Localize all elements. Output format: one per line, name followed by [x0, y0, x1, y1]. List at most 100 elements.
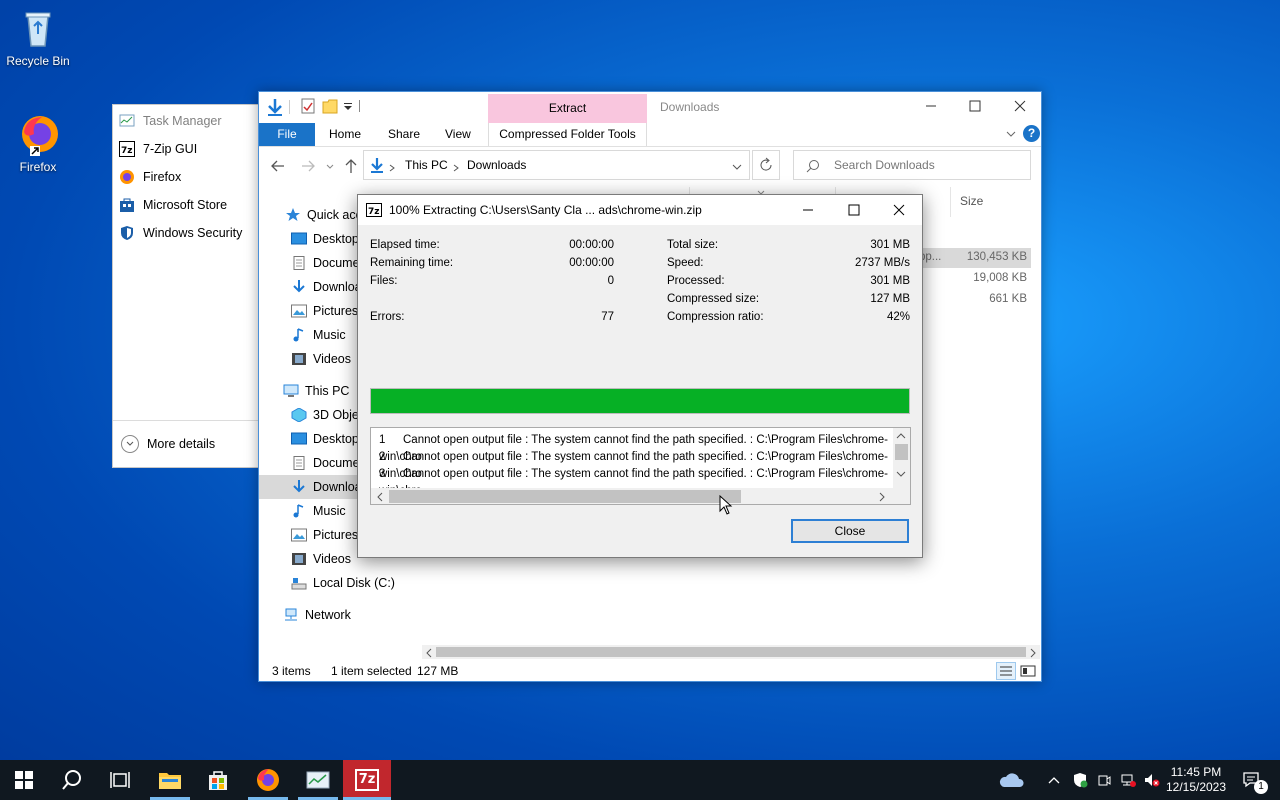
start-button[interactable] — [0, 760, 48, 800]
close-button[interactable] — [1010, 96, 1030, 116]
pictures-icon — [291, 304, 307, 318]
help-icon[interactable]: ? — [1023, 125, 1040, 142]
chevron-down-icon[interactable] — [732, 161, 742, 171]
details-view-icon[interactable] — [996, 662, 1016, 680]
desktop-icon-label: Firefox — [19, 160, 57, 174]
processed-label: Processed: — [667, 275, 725, 287]
3d-objects-icon — [291, 407, 307, 423]
sort-chevron-icon[interactable] — [756, 186, 766, 195]
refresh-button[interactable] — [752, 150, 780, 180]
clock-date: 12/15/2023 — [1165, 780, 1227, 794]
search-button[interactable] — [48, 760, 96, 800]
action-center-button[interactable]: 1 — [1232, 760, 1272, 800]
large-icons-view-icon[interactable] — [1020, 663, 1036, 679]
task-manager-item-7zip[interactable]: 7z 7-Zip GUI — [119, 137, 197, 161]
scroll-right-icon[interactable] — [877, 491, 887, 502]
tab-home[interactable]: Home — [329, 123, 361, 147]
notification-badge: 1 — [1254, 780, 1268, 794]
dialog-close-button[interactable] — [889, 200, 909, 220]
scroll-thumb[interactable] — [895, 444, 908, 460]
taskbar-firefox[interactable] — [244, 760, 292, 800]
taskbar-file-explorer[interactable] — [146, 760, 194, 800]
tab-share[interactable]: Share — [388, 123, 420, 147]
divider — [113, 420, 261, 421]
taskbar-7zip[interactable]: 7z — [343, 760, 391, 800]
folder-icon — [159, 773, 181, 789]
expand-ribbon-icon[interactable] — [1005, 128, 1017, 140]
scroll-down-icon[interactable] — [896, 468, 906, 478]
up-button[interactable] — [343, 157, 359, 175]
tab-compressed-folder-tools[interactable]: Compressed Folder Tools — [488, 123, 647, 147]
divider — [289, 100, 290, 114]
remaining-time-label: Remaining time: — [370, 257, 454, 269]
vertical-scrollbar[interactable] — [893, 428, 910, 488]
more-details-button[interactable]: More details — [121, 432, 215, 456]
dialog-title: 100% Extracting C:\Users\Santy Cla ... a… — [389, 203, 702, 217]
error-number: 1 — [379, 434, 386, 446]
total-size-value: 301 MB — [870, 239, 910, 251]
error-log-list[interactable]: 1 Cannot open output file : The system ca… — [370, 427, 911, 505]
breadcrumb-downloads[interactable]: Downloads — [467, 158, 526, 172]
speed-label: Speed: — [667, 257, 704, 269]
tab-view[interactable]: View — [445, 123, 471, 147]
scroll-thumb[interactable] — [436, 647, 1026, 657]
clock[interactable]: 11:45 PM 12/15/2023 — [1164, 760, 1228, 800]
volume-muted-icon[interactable] — [1140, 760, 1164, 800]
taskbar-task-manager[interactable] — [294, 760, 342, 800]
breadcrumb-this-pc[interactable]: This PC — [405, 158, 448, 172]
close-dialog-button[interactable]: Close — [791, 519, 909, 543]
dialog-maximize-button[interactable] — [844, 200, 864, 220]
desktop-icon — [291, 232, 307, 246]
task-manager-icon — [306, 771, 330, 789]
scroll-thumb[interactable] — [389, 490, 741, 503]
errors-value: 77 — [601, 311, 614, 323]
search-box[interactable]: Search Downloads — [793, 150, 1031, 180]
tab-file[interactable]: File — [259, 123, 315, 147]
computer-icon — [283, 384, 299, 398]
taskbar-store[interactable] — [194, 760, 242, 800]
dialog-minimize-button[interactable] — [798, 200, 818, 220]
task-manager-icon — [119, 113, 135, 129]
total-size-label: Total size: — [667, 239, 719, 251]
maximize-button[interactable] — [965, 96, 985, 116]
security-tray-icon[interactable] — [1068, 760, 1092, 800]
scroll-right-icon[interactable] — [1028, 647, 1038, 658]
column-header-size[interactable]: Size — [960, 194, 983, 208]
shield-icon — [119, 225, 135, 241]
divider — [359, 100, 360, 112]
horizontal-scrollbar[interactable] — [371, 488, 910, 504]
nav-item-local-disk[interactable]: Local Disk (C:) — [259, 571, 409, 595]
recent-locations-icon[interactable] — [325, 161, 335, 171]
scroll-left-icon[interactable] — [424, 647, 434, 658]
horizontal-scrollbar[interactable] — [422, 645, 1040, 659]
status-size: 127 MB — [417, 664, 459, 678]
desktop-icon-firefox[interactable]: Firefox — [0, 112, 76, 174]
new-folder-icon[interactable] — [322, 98, 338, 114]
7zip-icon: 7z — [366, 203, 382, 217]
minimize-button[interactable] — [921, 96, 941, 116]
forward-button[interactable] — [299, 158, 317, 174]
task-manager-item-security[interactable]: Windows Security — [119, 221, 242, 245]
firefox-icon — [16, 112, 60, 156]
svg-text:7z: 7z — [121, 146, 133, 156]
extract-progress-dialog: 7z 100% Extracting C:\Users\Santy Cla ..… — [357, 194, 923, 558]
task-manager-item-firefox[interactable]: Firefox — [119, 165, 181, 189]
scroll-left-icon[interactable] — [375, 491, 385, 502]
show-hidden-icons-button[interactable] — [1044, 760, 1064, 800]
meet-now-icon[interactable] — [1092, 760, 1116, 800]
elapsed-time-value: 00:00:00 — [569, 239, 614, 251]
scroll-up-icon[interactable] — [896, 430, 906, 440]
properties-icon[interactable] — [301, 98, 315, 114]
store-icon — [119, 197, 135, 213]
onedrive-icon[interactable] — [994, 760, 1028, 800]
nav-network[interactable]: Network — [259, 603, 409, 627]
task-manager-item-store[interactable]: Microsoft Store — [119, 193, 227, 217]
extract-tab[interactable]: Extract — [488, 101, 647, 115]
network-tray-icon[interactable] — [1116, 760, 1140, 800]
quick-access-dropdown-icon[interactable] — [343, 101, 353, 111]
task-view-button[interactable] — [96, 760, 144, 800]
desktop-icon-recycle-bin[interactable]: Recycle Bin — [0, 6, 76, 68]
divider — [259, 146, 1041, 147]
address-bar[interactable]: This PC Downloads — [363, 150, 750, 180]
back-button[interactable] — [269, 158, 287, 174]
